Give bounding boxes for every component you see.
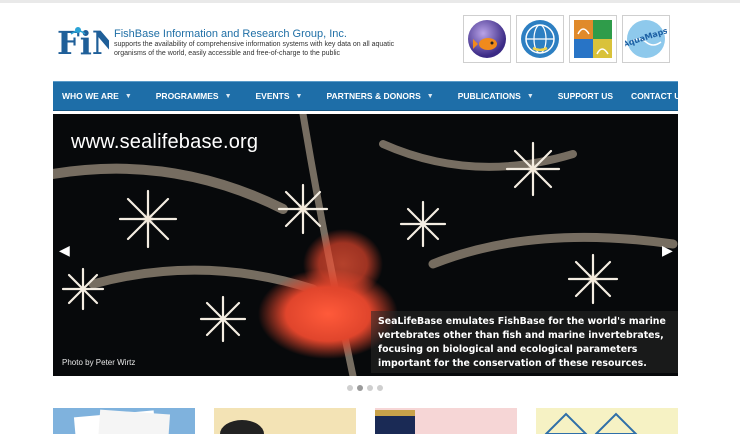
slide-dot-2[interactable] bbox=[357, 385, 363, 391]
slide-dot-3[interactable] bbox=[367, 385, 373, 391]
feature-card-1[interactable] bbox=[53, 408, 195, 434]
slider-dots bbox=[347, 385, 383, 391]
main-nav: WHO WE ARE ▼ PROGRAMMES ▼ EVENTS ▼ PARTNERS… bbox=[53, 81, 686, 111]
chevron-left-icon[interactable]: ◀ bbox=[59, 242, 70, 259]
chevron-down-icon: ▼ bbox=[295, 92, 303, 100]
photo-credit: Photo by Peter Wirtz bbox=[62, 358, 136, 367]
partner-logos: AquaMaps bbox=[463, 15, 670, 63]
nav-programmes[interactable]: PROGRAMMES ▼ bbox=[147, 82, 241, 110]
svg-text:FiN: FiN bbox=[57, 24, 109, 60]
org-name: FishBase Information and Research Group,… bbox=[114, 28, 347, 40]
nav-publications[interactable]: PUBLICATIONS ▼ bbox=[449, 82, 543, 110]
nav-events[interactable]: EVENTS ▼ bbox=[247, 82, 312, 110]
chevron-right-icon[interactable]: ▶ bbox=[662, 242, 673, 259]
org-tagline: supports the availability of comprehensi… bbox=[114, 41, 395, 57]
nav-who-we-are[interactable]: WHO WE ARE ▼ bbox=[53, 82, 141, 110]
feature-card-4[interactable] bbox=[536, 408, 678, 434]
chevron-down-icon: ▼ bbox=[426, 92, 434, 100]
feature-card-2[interactable] bbox=[214, 408, 356, 434]
slide-dot-4[interactable] bbox=[377, 385, 383, 391]
slide-caption: SeaLifeBase emulates FishBase for the wo… bbox=[378, 316, 666, 369]
chevron-down-icon: ▼ bbox=[124, 92, 132, 100]
globe-emblem-icon[interactable] bbox=[516, 15, 564, 63]
slide-url[interactable]: www.sealifebase.org bbox=[71, 131, 258, 154]
aquamaps-logo-icon[interactable]: AquaMaps bbox=[622, 15, 670, 63]
fin-logo[interactable]: FiN bbox=[57, 24, 121, 62]
nav-partners-donors[interactable]: PARTNERS & DONORS ▼ bbox=[317, 82, 442, 110]
chevron-down-icon: ▼ bbox=[526, 92, 534, 100]
sealifebase-logo-icon[interactable] bbox=[569, 15, 617, 63]
top-border bbox=[0, 0, 740, 3]
feature-card-3[interactable] bbox=[375, 408, 517, 434]
nav-contact-us[interactable]: CONTACT US bbox=[622, 82, 695, 110]
chevron-down-icon: ▼ bbox=[224, 92, 232, 100]
slide-dot-1[interactable] bbox=[347, 385, 353, 391]
nav-support-us[interactable]: SUPPORT US bbox=[549, 82, 622, 110]
fish-sphere-icon[interactable] bbox=[463, 15, 511, 63]
